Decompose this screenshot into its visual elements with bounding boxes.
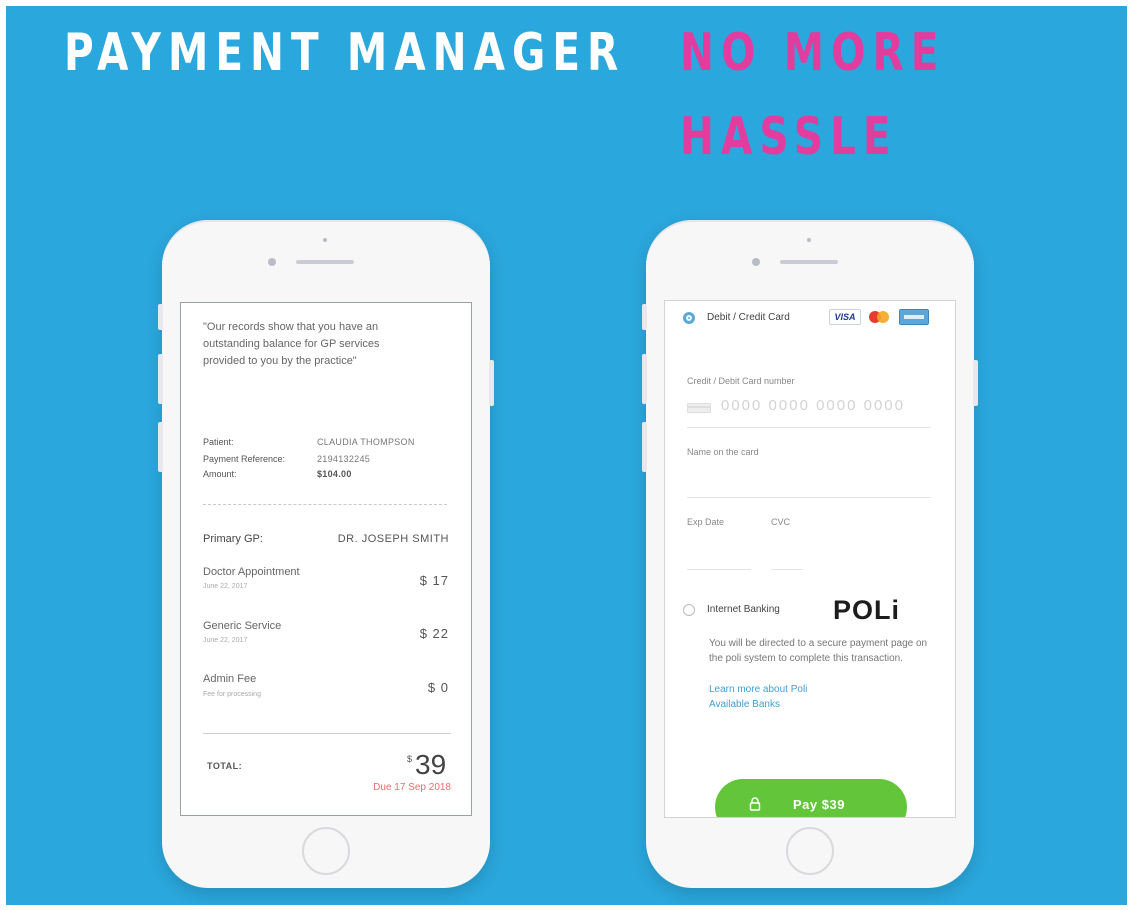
cvc-underline — [771, 569, 803, 570]
pay-button[interactable]: Pay $39 — [715, 779, 907, 817]
earpiece-speaker — [780, 260, 838, 264]
total-label: TOTAL: — [207, 761, 243, 771]
headline-title: PAYMENT MANAGER — [64, 23, 626, 83]
phone-sensor — [323, 238, 327, 242]
payment-screen: Debit / Credit Card VISA Credit / Debit … — [664, 300, 956, 818]
home-button[interactable] — [786, 827, 834, 875]
headline-tagline-line2: HASSLE — [680, 107, 898, 167]
patient-label: Patient: — [203, 437, 234, 447]
promo-background: PAYMENT MANAGER NO MORE HASSLE "Our reco… — [6, 6, 1127, 905]
volume-up-button — [642, 354, 647, 404]
card-number-label: Credit / Debit Card number — [687, 376, 795, 386]
learn-more-link[interactable]: Learn more about Poli — [709, 684, 807, 695]
dashed-divider — [203, 504, 447, 505]
line-item-name: Doctor Appointment — [203, 566, 300, 578]
visa-icon: VISA — [829, 309, 861, 325]
line-item-name: Admin Fee — [203, 673, 257, 685]
mute-switch — [158, 304, 163, 330]
volume-up-button — [158, 354, 163, 404]
cvc-input[interactable]: CVC — [771, 517, 790, 527]
poli-description: You will be directed to a secure payment… — [709, 638, 928, 664]
volume-down-button — [158, 422, 163, 472]
statement-screen: "Our records show that you have an outst… — [180, 302, 472, 816]
phone-sensor — [807, 238, 811, 242]
power-button — [489, 360, 494, 406]
bank-option-radio[interactable] — [683, 604, 695, 616]
mastercard-icon — [865, 309, 893, 325]
available-banks-link[interactable]: Available Banks — [709, 699, 780, 710]
headline-tagline-line1: NO MORE — [680, 23, 946, 83]
gp-value: DR. JOSEPH SMITH — [337, 533, 449, 545]
card-option-radio[interactable] — [683, 312, 695, 324]
phone-payment: Debit / Credit Card VISA Credit / Debit … — [642, 220, 978, 888]
earpiece-speaker — [296, 260, 354, 264]
home-button[interactable] — [302, 827, 350, 875]
volume-down-button — [642, 422, 647, 472]
statement-quote: "Our records show that you have an outst… — [203, 321, 380, 367]
power-button — [973, 360, 978, 406]
line-item-price: $ 17 — [419, 573, 449, 588]
line-item-price: $ 22 — [419, 626, 449, 641]
gp-label: Primary GP: — [203, 533, 263, 545]
total-divider — [203, 733, 451, 734]
bank-option-label: Internet Banking — [707, 604, 780, 615]
card-number-underline — [687, 427, 931, 428]
amex-icon — [899, 309, 929, 325]
reference-value: 2194132245 — [317, 454, 371, 464]
lock-icon — [749, 797, 761, 811]
pay-button-label: Pay $39 — [793, 797, 845, 812]
name-on-card-input[interactable]: Name on the card — [687, 447, 759, 457]
front-camera-icon — [752, 258, 760, 266]
line-item-sub: June 22, 2017 — [203, 583, 248, 590]
card-icon — [687, 400, 711, 413]
reference-label: Payment Reference: — [203, 454, 286, 464]
phone-statement: "Our records show that you have an outst… — [158, 220, 494, 888]
line-item-price: $ 0 — [427, 680, 449, 695]
total-amount: 39 — [415, 749, 447, 780]
poli-logo: POLi — [833, 595, 901, 625]
mute-switch — [642, 304, 647, 330]
expiry-input[interactable]: Exp Date — [687, 517, 724, 527]
patient-value: CLAUDIA THOMPSON — [317, 437, 415, 447]
total-currency: $ — [407, 754, 413, 764]
expiry-underline — [687, 569, 751, 570]
amount-label: Amount: — [203, 469, 237, 479]
front-camera-icon — [268, 258, 276, 266]
due-date: Due 17 Sep 2018 — [373, 782, 451, 793]
card-option-label: Debit / Credit Card — [707, 312, 790, 323]
line-item-sub: June 22, 2017 — [203, 637, 248, 644]
line-item-name: Generic Service — [203, 620, 282, 632]
amount-value: $104.00 — [317, 469, 352, 479]
card-number-input[interactable]: 0000 0000 0000 0000 — [721, 397, 905, 414]
name-underline — [687, 497, 931, 498]
line-item-sub: Fee for processing — [203, 691, 261, 698]
